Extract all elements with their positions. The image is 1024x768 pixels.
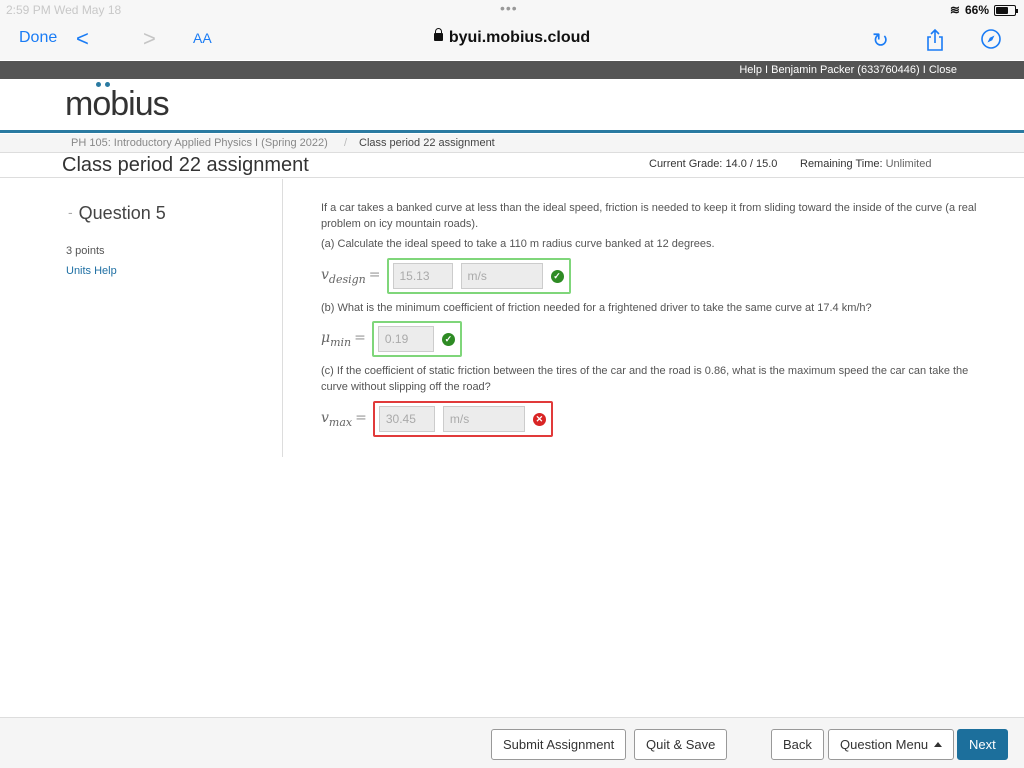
browser-toolbar: Done < > AA byui.mobius.cloud ↻: [0, 20, 1024, 60]
battery-percent: 66%: [964, 3, 989, 17]
incorrect-x-icon: ✕: [532, 412, 546, 426]
url-text: byui.mobius.cloud: [448, 29, 591, 46]
question-sidebar: - Question 5 3 points Units Help: [0, 179, 283, 457]
account-bar: Help I Benjamin Packer (633760446) I Clo…: [0, 61, 1024, 79]
answer-a-value-input[interactable]: [392, 263, 453, 289]
assignment-titlebar: Class period 22 assignment Current Grade…: [0, 153, 1024, 178]
answer-row-a: vdesign= ✓: [321, 258, 571, 294]
wifi-icon: ≋: [949, 3, 960, 17]
mu-min-label: μmin =: [321, 329, 366, 349]
answer-box-b: ✓: [371, 321, 462, 357]
question-title-text: Question 5: [78, 203, 166, 223]
submit-assignment-button[interactable]: Submit Assignment: [491, 729, 627, 760]
breadcrumb-separator: /: [344, 137, 348, 149]
v-design-label: vdesign =: [321, 266, 381, 286]
footer-bar: Submit Assignment Quit & Save Back Quest…: [0, 717, 1024, 768]
multitask-dots-icon[interactable]: •••: [500, 0, 518, 16]
remaining-time: Remaining Time: Unlimited: [800, 158, 931, 170]
caret-up-icon: [934, 742, 943, 747]
breadcrumb-current: Class period 22 assignment: [359, 137, 495, 149]
question-menu-label: Question Menu: [840, 737, 929, 752]
account-links[interactable]: Help I Benjamin Packer (633760446) I Clo…: [739, 64, 957, 76]
answer-row-c: vmax= ✕: [321, 401, 553, 437]
lock-icon: [433, 28, 443, 41]
breadcrumb-course[interactable]: PH 105: Introductory Applied Physics I (…: [71, 137, 328, 149]
answer-box-a: ✓: [386, 258, 571, 294]
current-grade: Current Grade: 14.0 / 15.0: [649, 158, 777, 170]
answer-c-unit-input[interactable]: [442, 406, 525, 432]
reload-icon[interactable]: ↻: [872, 28, 889, 53]
question-part-b: (b) What is the minimum coefficient of f…: [321, 302, 872, 314]
question-part-c: (c) If the coefficient of static frictio…: [321, 365, 969, 393]
grade-label: Current Grade:: [649, 158, 723, 170]
site-header: mobius: [0, 79, 1024, 133]
question-menu-button[interactable]: Question Menu: [828, 729, 955, 760]
question-title: - Question 5: [68, 203, 166, 223]
remaining-label: Remaining Time:: [800, 158, 883, 170]
question-intro: If a car takes a banked curve at less th…: [321, 202, 977, 230]
answer-b-value-input[interactable]: [377, 326, 434, 352]
back-button[interactable]: Back: [771, 729, 824, 760]
correct-check-icon: ✓: [441, 332, 455, 346]
question-points: 3 points: [66, 245, 105, 257]
battery-icon: [994, 4, 1018, 16]
grade-value: 14.0 / 15.0: [725, 158, 778, 170]
address-bar[interactable]: byui.mobius.cloud: [0, 28, 1024, 47]
units-help-link[interactable]: Units Help: [66, 265, 117, 277]
remaining-value: Unlimited: [885, 158, 932, 170]
question-part-a: (a) Calculate the ideal speed to take a …: [321, 238, 715, 250]
answer-box-c: ✕: [372, 401, 553, 437]
quit-save-button[interactable]: Quit & Save: [634, 729, 728, 760]
correct-check-icon: ✓: [550, 269, 564, 283]
page-title: Class period 22 assignment: [62, 154, 309, 176]
answer-a-unit-input[interactable]: [460, 263, 543, 289]
status-time: 2:59 PM Wed May 18: [6, 3, 122, 17]
mobius-logo: mobius: [65, 82, 170, 123]
share-icon[interactable]: [924, 28, 946, 57]
answer-c-value-input[interactable]: [378, 406, 435, 432]
breadcrumb: PH 105: Introductory Applied Physics I (…: [0, 134, 1024, 153]
answer-row-b: μmin= ✓: [321, 321, 462, 357]
compass-icon[interactable]: [980, 28, 1002, 55]
next-button[interactable]: Next: [957, 729, 1008, 760]
status-right: ≋ 66%: [949, 3, 1018, 17]
v-max-label: vmax =: [321, 409, 367, 429]
status-bar: 2:59 PM Wed May 18 ••• ≋ 66%: [0, 0, 1024, 20]
